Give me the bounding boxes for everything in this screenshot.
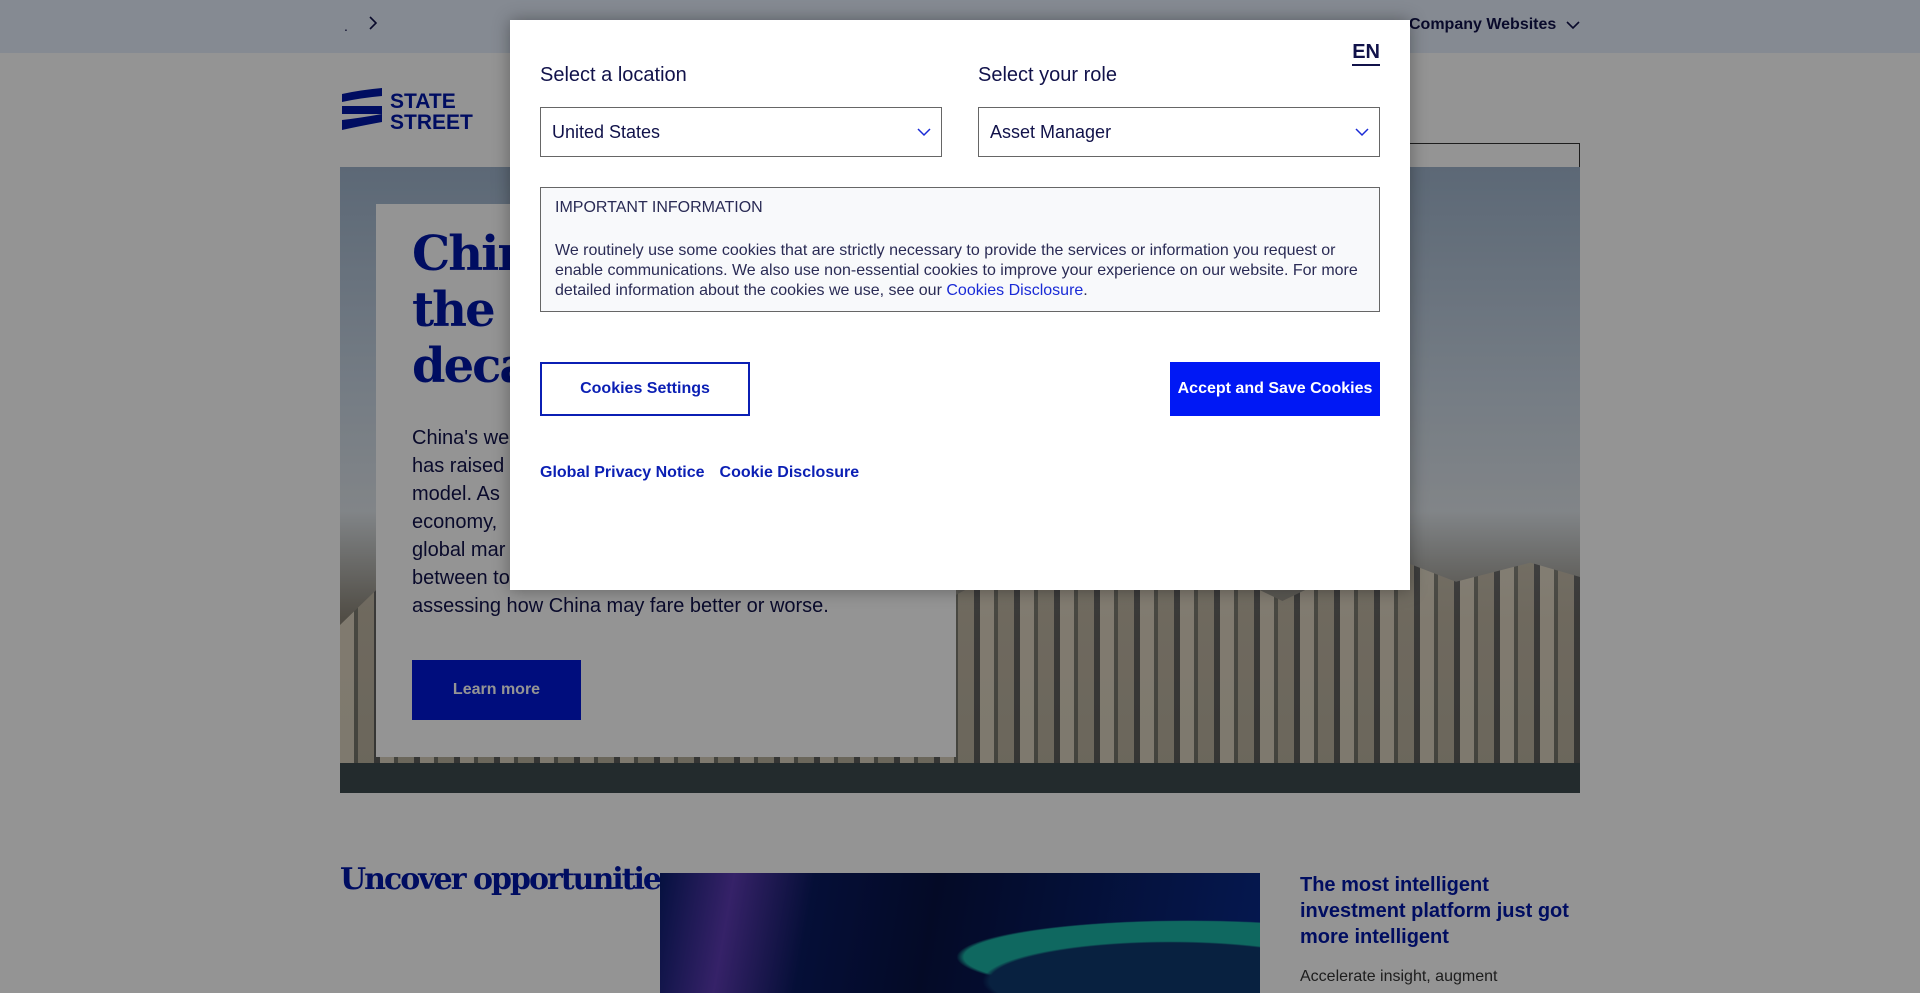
cookies-settings-button[interactable]: Cookies Settings: [540, 362, 750, 416]
chevron-down-icon: [917, 128, 931, 137]
location-select[interactable]: United States: [540, 107, 942, 157]
location-label: Select a location: [540, 64, 687, 86]
accept-cookies-button[interactable]: Accept and Save Cookies: [1170, 362, 1380, 416]
role-label: Select your role: [978, 64, 1117, 86]
info-heading: IMPORTANT INFORMATION: [555, 199, 763, 216]
role-value: Asset Manager: [990, 121, 1112, 142]
role-select[interactable]: Asset Manager: [978, 107, 1380, 157]
modal-footer-links: Global Privacy Notice Cookie Disclosure: [540, 464, 859, 482]
info-body: We routinely use some cookies that are s…: [555, 241, 1370, 301]
cookie-consent-dialog: EN Select a location United States Selec…: [510, 20, 1410, 590]
location-value: United States: [552, 121, 661, 142]
chevron-down-icon: [1355, 128, 1369, 137]
language-selector[interactable]: EN: [1352, 40, 1380, 66]
cookies-disclosure-inline-link[interactable]: Cookies Disclosure: [946, 282, 1083, 299]
global-privacy-notice-link[interactable]: Global Privacy Notice: [540, 464, 705, 482]
cookie-disclosure-link[interactable]: Cookie Disclosure: [720, 464, 860, 482]
info-body-period: .: [1083, 282, 1088, 299]
important-information-box: IMPORTANT INFORMATION We routinely use s…: [540, 187, 1380, 312]
